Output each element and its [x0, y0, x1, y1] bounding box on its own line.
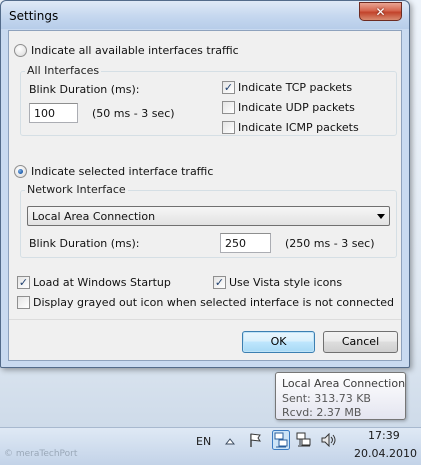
watermark: © meraTechPort — [4, 449, 78, 459]
all-blink-duration-input[interactable]: 100 — [29, 103, 78, 123]
grayed-icon-checkbox[interactable] — [17, 296, 30, 309]
show-hidden-icons-arrow-icon[interactable] — [225, 437, 235, 445]
icmp-checkbox-label[interactable]: Indicate ICMP packets — [238, 121, 359, 134]
load-startup-checkbox[interactable]: ✓ — [17, 276, 30, 289]
udp-checkbox[interactable] — [222, 101, 235, 114]
clock-date[interactable]: 20.04.2010 — [354, 447, 417, 460]
selected-blink-duration-label: Blink Duration (ms): — [29, 237, 140, 250]
close-icon: ✕ — [375, 4, 386, 19]
selected-blink-duration-input[interactable]: 250 — [220, 233, 271, 253]
load-startup-label[interactable]: Load at Windows Startup — [33, 276, 171, 289]
vista-icons-label[interactable]: Use Vista style icons — [229, 276, 342, 289]
cancel-button[interactable]: Cancel — [323, 331, 398, 353]
close-button[interactable]: ✕ — [359, 2, 402, 21]
title-bar[interactable]: Settings ✕ — [1, 1, 409, 29]
network-monitor-icon[interactable] — [272, 430, 290, 450]
tooltip-sent: Sent: 313.73 KB — [282, 392, 371, 405]
tcp-checkbox[interactable]: ✓ — [222, 81, 235, 94]
icmp-checkbox[interactable] — [222, 121, 235, 134]
window-title: Settings — [9, 9, 59, 23]
action-center-flag-icon[interactable] — [248, 432, 262, 448]
checkmark-icon: ✓ — [223, 81, 234, 94]
dialog-body: Indicate all available interfaces traffi… — [8, 30, 402, 361]
all-blink-range-label: (50 ms - 3 sec) — [92, 107, 175, 120]
selected-interface-radio-label[interactable]: Indicate selected interface traffic — [31, 165, 213, 178]
network-interface-group-label: Network Interface — [25, 183, 128, 196]
footer-divider — [9, 319, 401, 320]
language-indicator[interactable]: EN — [196, 435, 211, 448]
grayed-icon-label[interactable]: Display grayed out icon when selected in… — [33, 296, 394, 309]
connection-tooltip: Local Area Connection Sent: 313.73 KB Rc… — [275, 372, 406, 420]
dropdown-arrow-icon — [377, 214, 385, 219]
ok-button[interactable]: OK — [242, 331, 315, 353]
tcp-checkbox-label[interactable]: Indicate TCP packets — [238, 81, 352, 94]
tooltip-title: Local Area Connection — [282, 377, 406, 390]
checkmark-icon: ✓ — [214, 276, 225, 289]
all-interfaces-radio-label[interactable]: Indicate all available interfaces traffi… — [31, 44, 239, 57]
clock-time[interactable]: 17:39 — [368, 429, 400, 442]
selected-blink-range-label: (250 ms - 3 sec) — [285, 237, 375, 250]
checkmark-icon: ✓ — [18, 276, 29, 289]
all-interfaces-group-label: All Interfaces — [25, 64, 102, 77]
selected-interface-radio[interactable] — [14, 165, 27, 178]
tooltip-received: Rcvd: 2.37 MB — [282, 406, 362, 419]
all-blink-duration-label: Blink Duration (ms): — [29, 83, 140, 96]
vista-icons-checkbox[interactable]: ✓ — [213, 276, 226, 289]
udp-checkbox-label[interactable]: Indicate UDP packets — [238, 101, 355, 114]
taskbar: EN 17:39 20.04.2010 — [0, 427, 421, 465]
network-icon[interactable] — [296, 432, 312, 448]
network-interface-dropdown[interactable]: Local Area Connection — [27, 206, 390, 226]
volume-icon[interactable] — [321, 433, 337, 447]
network-interface-value: Local Area Connection — [32, 210, 156, 223]
all-interfaces-radio[interactable] — [14, 44, 27, 57]
settings-window: Settings ✕ Indicate all available interf… — [0, 0, 410, 368]
dialog-footer: OK Cancel — [9, 324, 401, 360]
